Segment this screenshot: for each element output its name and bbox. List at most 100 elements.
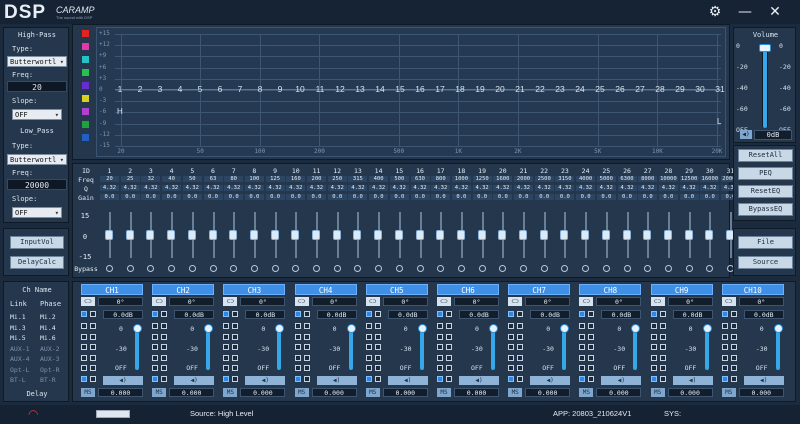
eq-q-cell[interactable]: 4.32 [555,185,575,191]
channel-delay[interactable]: 0.000 [240,388,286,397]
eq-q-cell[interactable]: 4.32 [224,185,244,191]
input-checkbox[interactable] [374,365,381,371]
input-checkbox[interactable] [294,323,301,329]
input-checkbox[interactable] [650,311,657,317]
channel-delay[interactable]: 0.000 [311,388,357,397]
link-icon[interactable]: ⊂⊃ [81,297,95,306]
channel-delay[interactable]: 0.000 [525,388,571,397]
eq-bypass-toggle[interactable] [168,265,176,272]
hp-marker[interactable]: H [117,107,123,116]
input-checkbox[interactable] [81,354,87,361]
lowpass-type-select[interactable]: Butterwortl ▾ [7,154,67,165]
input-checkbox[interactable] [517,344,524,350]
input-checkbox[interactable] [90,375,96,382]
channel-delay[interactable]: 0.000 [382,388,428,397]
input-checkbox[interactable] [90,354,96,361]
eq-slider-knob[interactable] [519,230,527,240]
channel-gain[interactable]: 0.0dB [672,310,713,319]
eq-slider-knob[interactable] [477,230,486,240]
eq-freq-cell[interactable]: 5000 [596,176,616,182]
input-checkbox[interactable] [508,333,515,340]
eq-q-cell[interactable]: 4.32 [472,185,492,191]
input-checkbox[interactable] [223,333,230,340]
input-checkbox[interactable] [294,333,301,340]
channel-gain[interactable]: 0.0dB [387,310,428,319]
input-checkbox[interactable] [81,365,87,371]
eq-freq-cell[interactable]: 80 [224,176,244,182]
eq-freq-cell[interactable]: 3150 [555,176,575,182]
channel-phase[interactable]: 0° [311,297,357,306]
eq-freq-cell[interactable]: 1600 [493,176,513,182]
input-checkbox[interactable] [152,375,159,382]
input-checkbox[interactable] [294,375,301,382]
channel-fader-knob[interactable] [560,324,570,333]
input-checkbox[interactable] [437,344,443,350]
ms-button[interactable]: MS [223,388,238,397]
eq-gain-cell[interactable]: 0.0 [244,194,264,200]
band-marker[interactable]: 14 [375,84,385,94]
input-checkbox[interactable] [508,311,515,317]
bypasseq-button[interactable]: BypassEQ [738,203,793,216]
eq-bypass-toggle[interactable] [685,265,693,272]
channel-name-button[interactable]: CH10 [721,284,784,295]
speaker-icon[interactable]: ◀) [174,376,215,385]
ms-button[interactable]: MS [294,388,309,397]
band-marker[interactable]: 29 [675,84,685,94]
eq-q-cell[interactable]: 4.32 [658,185,678,191]
input-checkbox[interactable] [223,323,230,329]
eq-q-cell[interactable]: 4.32 [493,185,513,191]
channel-phase[interactable]: 0° [169,297,215,306]
eq-freq-cell[interactable]: 250 [327,176,347,182]
input-checkbox[interactable] [446,323,452,329]
eq-slider-knob[interactable] [270,230,279,240]
channel-name-button[interactable]: CH1 [81,284,143,295]
lowpass-slope-select[interactable]: OFF ▾ [12,207,62,218]
input-checkbox[interactable] [90,344,96,350]
eq-freq-cell[interactable]: 2000 [514,176,533,182]
input-checkbox[interactable] [90,323,96,329]
band-marker[interactable]: 30 [695,84,705,94]
input-checkbox[interactable] [161,354,168,361]
eq-graph[interactable]: +15 +12 +9 +6 +3 0 -3 -6 -9 -12 -15 20 50 100 200 500 1K… [96,27,726,157]
eq-bypass-toggle[interactable] [602,265,610,272]
band-marker[interactable]: 15 [395,84,405,94]
legend-swatch[interactable] [82,108,89,115]
ms-button[interactable]: MS [650,388,665,397]
input-checkbox[interactable] [588,344,595,350]
speaker-icon[interactable]: ◀) [672,376,713,385]
legend-swatch[interactable] [82,134,89,141]
eq-gain-cell[interactable]: 0.0 [286,194,306,200]
input-checkbox[interactable] [365,344,372,350]
eq-bypass-toggle[interactable] [540,265,548,272]
band-marker[interactable]: 8 [255,84,265,94]
input-checkbox[interactable] [232,354,239,361]
channel-phase[interactable]: 0° [382,297,428,306]
channel-fader-knob[interactable] [702,324,712,333]
eq-freq-cell[interactable]: 500 [389,176,409,182]
legend-swatch[interactable] [82,56,89,63]
eq-gain-cell[interactable]: 0.0 [617,194,637,200]
band-marker[interactable]: 21 [515,84,525,94]
eq-q-cell[interactable]: 4.32 [100,185,119,191]
channel-fader-knob[interactable] [275,324,285,333]
input-checkbox[interactable] [152,354,159,361]
legend-swatch[interactable] [82,43,89,50]
legend-swatch[interactable] [82,69,89,76]
eq-slider-knob[interactable] [167,230,176,240]
band-marker[interactable]: 11 [315,84,325,94]
input-checkbox[interactable] [223,344,230,350]
eq-gain-cell[interactable]: 0.0 [100,194,119,200]
input-checkbox[interactable] [437,365,443,371]
eq-q-cell[interactable]: 4.32 [514,185,533,191]
band-marker[interactable]: 20 [495,84,505,94]
input-checkbox[interactable] [374,323,381,329]
input-checkbox[interactable] [659,311,666,317]
input-checkbox[interactable] [303,365,310,371]
channel-delay[interactable]: 0.000 [454,388,499,397]
channel-gain[interactable]: 0.0dB [316,310,357,319]
eq-slider-knob[interactable] [436,230,445,240]
eq-gain-cell[interactable]: 0.0 [472,194,492,200]
band-marker[interactable]: 6 [215,84,225,94]
eq-gain-cell[interactable]: 0.0 [493,194,513,200]
input-checkbox[interactable] [152,311,159,317]
